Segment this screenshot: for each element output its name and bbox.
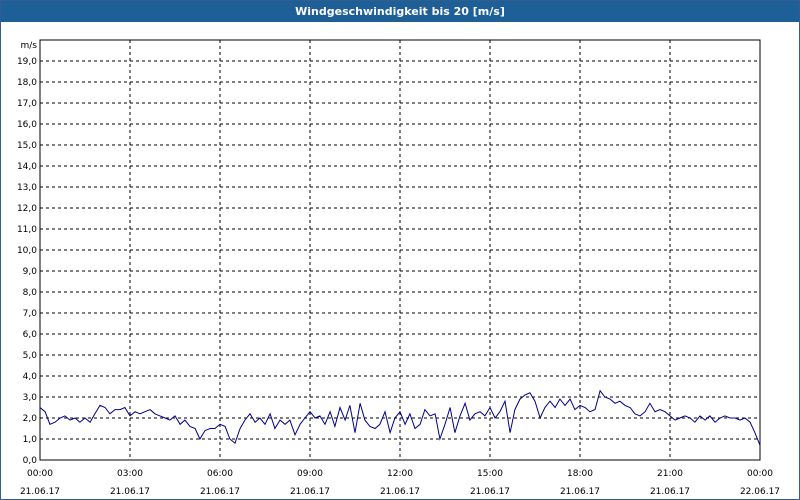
- x-tick-date-label: 21.06.17: [20, 487, 60, 497]
- x-tick-date-label: 21.06.17: [200, 487, 240, 497]
- grid: [40, 40, 760, 460]
- x-tick-time-label: 09:00: [297, 469, 323, 479]
- x-tick-time-label: 00:00: [747, 469, 773, 479]
- y-axis-unit-label: m/s: [21, 41, 38, 51]
- y-axis-ticks: 0,0 1,0 2,0 3,0 4,0 5,0 6,0 7,0 8,0 9,0 10,0 11,0 12…: [17, 57, 37, 466]
- y-tick-label: 12,0: [17, 204, 37, 214]
- y-tick-label: 14,0: [17, 162, 37, 172]
- x-tick-time-label: 18:00: [567, 469, 593, 479]
- y-tick-label: 18,0: [17, 78, 37, 88]
- x-tick-date-label: 21.06.17: [110, 487, 150, 497]
- y-tick-label: 17,0: [17, 99, 37, 109]
- x-tick-time-label: 00:00: [27, 469, 53, 479]
- y-tick-label: 15,0: [17, 141, 37, 151]
- x-axis-ticks: 00:00 21.06.17 03:00 21.06.17 06:00 21.06.17 0…: [20, 469, 780, 497]
- y-tick-label: 8,0: [23, 288, 38, 298]
- x-tick-time-label: 03:00: [117, 469, 143, 479]
- y-tick-label: 19,0: [17, 57, 37, 67]
- y-tick-label: 10,0: [17, 246, 37, 256]
- y-tick-label: 7,0: [23, 309, 38, 319]
- x-tick-time-label: 06:00: [207, 469, 233, 479]
- y-tick-label: 13,0: [17, 183, 37, 193]
- x-tick-date-label: 21.06.17: [290, 487, 330, 497]
- y-tick-label: 2,0: [23, 414, 38, 424]
- wind-speed-chart: 0,0 1,0 2,0 3,0 4,0 5,0 6,0 7,0 8,0 9,0 10,0 11,0 12…: [17, 39, 780, 497]
- y-tick-label: 9,0: [23, 267, 38, 277]
- x-tick-date-label: 21.06.17: [560, 487, 600, 497]
- y-tick-label: 3,0: [23, 393, 38, 403]
- x-tick-time-label: 12:00: [387, 469, 413, 479]
- y-tick-label: 5,0: [23, 351, 38, 361]
- x-tick-time-label: 15:00: [477, 469, 503, 479]
- x-tick-time-label: 21:00: [657, 469, 683, 479]
- y-tick-label: 4,0: [23, 372, 38, 382]
- x-tick-date-label: 22.06.17: [740, 487, 780, 497]
- y-tick-label: 16,0: [17, 120, 37, 130]
- x-tick-date-label: 21.06.17: [650, 487, 690, 497]
- y-tick-label: 1,0: [23, 435, 38, 445]
- y-tick-label: 6,0: [23, 330, 38, 340]
- x-tick-date-label: 21.06.17: [380, 487, 420, 497]
- y-tick-label: 11,0: [17, 225, 37, 235]
- y-tick-label: 0,0: [23, 456, 38, 466]
- x-tick-date-label: 21.06.17: [470, 487, 510, 497]
